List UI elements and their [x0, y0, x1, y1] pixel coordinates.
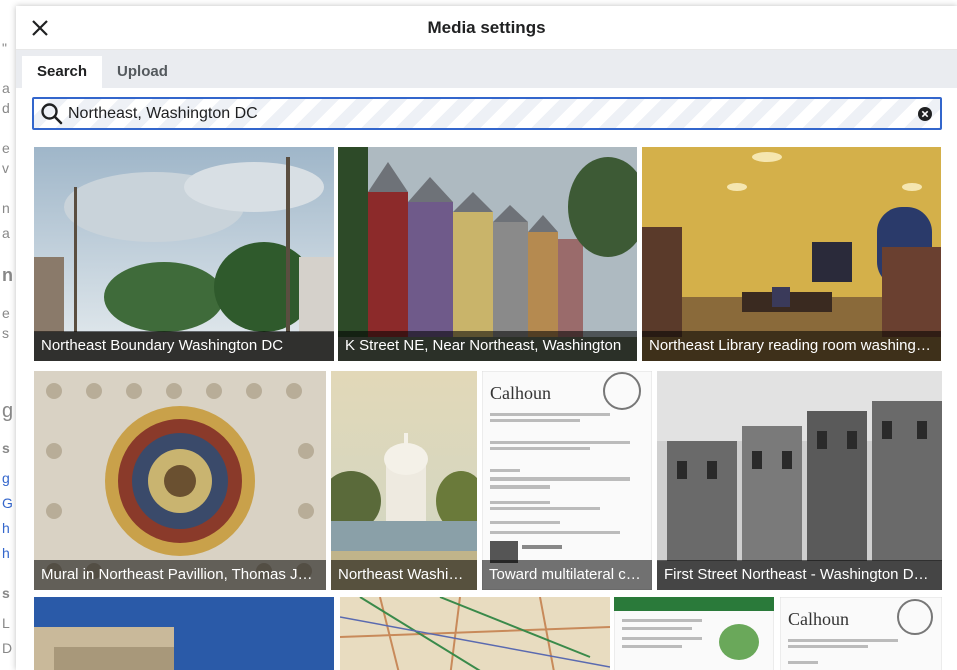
result-thumbnail [34, 371, 326, 590]
media-settings-dialog: Media settings Search Upload Northeast, … [16, 6, 957, 670]
result-thumbnail: Calhoun [780, 597, 942, 670]
result-tile[interactable] [34, 597, 334, 670]
search-icon [41, 103, 63, 125]
result-thumbnail [657, 371, 942, 590]
tab-bar: Search Upload [16, 50, 957, 88]
dialog-titlebar: Media settings [16, 6, 957, 50]
result-thumbnail [34, 597, 334, 670]
result-caption: Northeast Boundary Washington DC [34, 331, 334, 361]
search-results: Northeast Boundary Washington DC K Stree… [16, 145, 957, 670]
clear-icon[interactable] [918, 107, 932, 121]
result-thumbnail [338, 147, 637, 361]
result-caption: Northeast Library reading room washingt… [642, 331, 941, 361]
close-button[interactable] [26, 14, 54, 42]
search-box [32, 97, 942, 130]
result-caption: K Street NE, Near Northeast, Washington [338, 331, 637, 361]
result-thumbnail [642, 147, 941, 361]
result-tile[interactable]: First Street Northeast - Washington DC… [657, 371, 942, 590]
result-caption: Northeast Washin… [331, 560, 477, 590]
result-tile[interactable]: Calhoun Toward multilateral c… [482, 371, 652, 590]
tab-search[interactable]: Search [22, 56, 103, 88]
result-thumbnail [34, 147, 334, 361]
result-tile[interactable]: Calhoun [780, 597, 942, 670]
svg-text:Calhoun: Calhoun [490, 383, 551, 403]
result-tile[interactable] [340, 597, 610, 670]
result-tile[interactable]: Mural in Northeast Pavillion, Thomas Je… [34, 371, 326, 590]
result-thumbnail: Calhoun [482, 371, 652, 590]
result-caption: Mural in Northeast Pavillion, Thomas Je… [34, 560, 326, 590]
result-thumbnail [614, 597, 774, 670]
close-icon [32, 20, 48, 36]
result-caption: First Street Northeast - Washington DC… [657, 560, 942, 590]
result-thumbnail [340, 597, 610, 670]
search-input[interactable] [68, 99, 908, 128]
result-tile[interactable]: Northeast Washin… [331, 371, 477, 590]
result-thumbnail [331, 371, 477, 590]
dialog-title: Media settings [427, 18, 546, 37]
svg-text:Calhoun: Calhoun [788, 609, 849, 629]
result-caption: Toward multilateral c… [482, 560, 652, 590]
tab-upload[interactable]: Upload [102, 56, 183, 88]
result-tile[interactable]: K Street NE, Near Northeast, Washington [338, 147, 637, 361]
result-tile[interactable]: Northeast Boundary Washington DC [34, 147, 334, 361]
result-tile[interactable] [614, 597, 774, 670]
search-area [16, 88, 957, 144]
result-tile[interactable]: Northeast Library reading room washingt… [642, 147, 941, 361]
